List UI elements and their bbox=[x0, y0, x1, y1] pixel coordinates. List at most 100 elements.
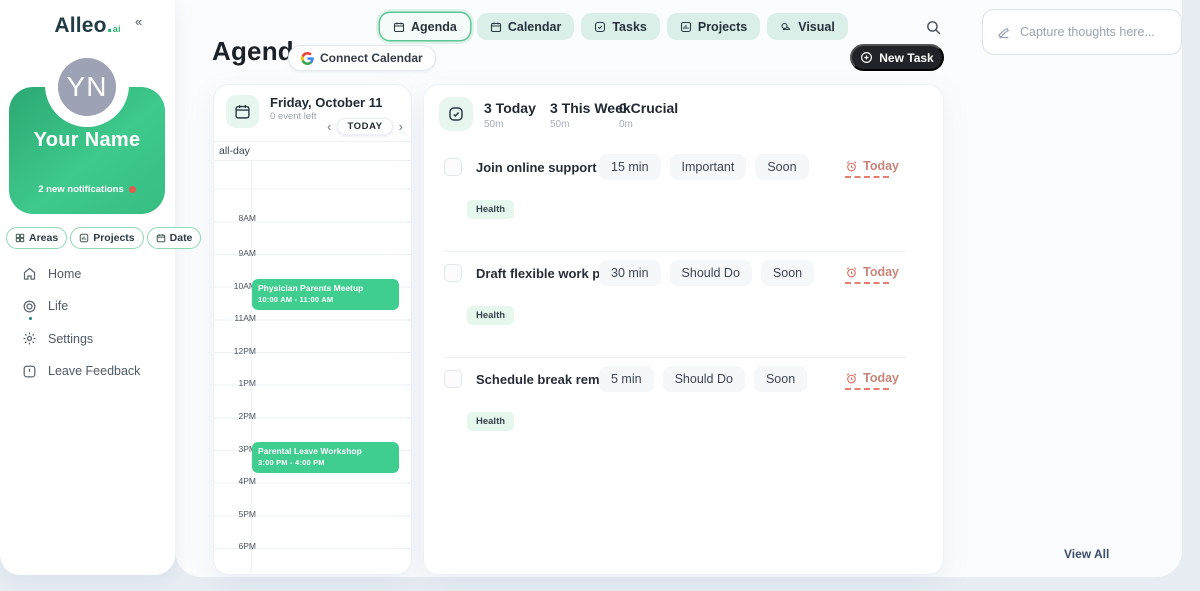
alarm-clock-icon bbox=[845, 160, 858, 173]
event-time: 3:00 PM - 4:00 PM bbox=[258, 458, 393, 467]
tasks-icon bbox=[594, 21, 606, 33]
calendar-date-title: Friday, October 11 bbox=[270, 95, 382, 110]
task-checkbox[interactable] bbox=[444, 158, 462, 176]
target-icon bbox=[22, 299, 37, 314]
stat-value: 0 Crucial bbox=[619, 100, 678, 116]
feedback-icon bbox=[22, 364, 37, 379]
search-button[interactable] bbox=[925, 19, 943, 37]
calendar-event[interactable]: Parental Leave Workshop 3:00 PM - 4:00 P… bbox=[252, 442, 399, 473]
task-pills: 15 min Important Soon bbox=[599, 154, 809, 180]
hour-label: 10AM bbox=[220, 281, 256, 291]
capture-thoughts-input[interactable] bbox=[1020, 25, 1167, 39]
filter-date[interactable]: Date bbox=[147, 227, 202, 249]
priority-pill[interactable]: Should Do bbox=[670, 260, 752, 286]
tag-health[interactable]: Health bbox=[467, 306, 514, 325]
all-day-row: all-day bbox=[214, 142, 412, 161]
due-label: Today bbox=[863, 159, 899, 173]
new-task-button[interactable]: New Task bbox=[850, 44, 944, 71]
notifications-label: 2 new notifications bbox=[38, 184, 124, 195]
filter-label: Areas bbox=[29, 232, 58, 244]
today-button[interactable]: TODAY bbox=[337, 118, 392, 135]
filter-areas[interactable]: Areas bbox=[6, 227, 67, 249]
events-left-label: 0 event left bbox=[270, 111, 316, 122]
tag-health[interactable]: Health bbox=[467, 200, 514, 219]
tab-label: Visual bbox=[798, 20, 835, 34]
task-pills: 30 min Should Do Soon bbox=[599, 260, 814, 286]
task-row: Draft flexible work proposal 30 min Shou… bbox=[424, 259, 943, 357]
hour-label: 4PM bbox=[220, 476, 256, 486]
duration-pill[interactable]: 5 min bbox=[599, 366, 654, 392]
tab-projects[interactable]: Projects bbox=[667, 13, 760, 40]
duration-pill[interactable]: 15 min bbox=[599, 154, 661, 180]
event-time: 10:00 AM - 11:00 AM bbox=[258, 295, 393, 304]
tab-label: Calendar bbox=[508, 20, 562, 34]
task-checkbox[interactable] bbox=[444, 264, 462, 282]
sidebar-item-label: Leave Feedback bbox=[48, 364, 140, 378]
hour-label: 7PM bbox=[220, 574, 256, 575]
avatar[interactable]: YN bbox=[58, 58, 116, 116]
hour-label: 1PM bbox=[220, 378, 256, 388]
tab-visual[interactable]: Visual bbox=[767, 13, 848, 40]
new-task-label: New Task bbox=[879, 51, 933, 65]
connect-calendar-label: Connect Calendar bbox=[320, 51, 423, 65]
task-row: Schedule break reminders 5 min Should Do… bbox=[424, 365, 943, 463]
tab-calendar[interactable]: Calendar bbox=[477, 13, 575, 40]
alarm-clock-icon bbox=[845, 372, 858, 385]
task-row: Join online support group 15 min Importa… bbox=[424, 153, 943, 251]
sidebar-item-home[interactable]: Home bbox=[22, 265, 140, 282]
time-grid[interactable]: 8AM 9AM 10AM 11AM 12PM 1PM 2PM 3PM 4PM 5… bbox=[214, 141, 412, 575]
priority-pill[interactable]: Should Do bbox=[663, 366, 745, 392]
next-day-button[interactable]: › bbox=[399, 120, 403, 133]
hour-label: 12PM bbox=[220, 346, 256, 356]
prev-day-button[interactable]: ‹ bbox=[327, 120, 331, 133]
check-square-icon bbox=[447, 105, 465, 123]
sidebar-item-life[interactable]: Life bbox=[22, 298, 140, 315]
sidebar-item-leave-feedback[interactable]: Leave Feedback bbox=[22, 363, 140, 380]
search-icon bbox=[925, 19, 942, 36]
when-pill[interactable]: Soon bbox=[761, 260, 814, 286]
event-title: Physician Parents Meetup bbox=[258, 283, 393, 293]
filter-projects[interactable]: Projects bbox=[70, 227, 143, 249]
google-icon bbox=[301, 52, 314, 65]
stat-sub: 50m bbox=[484, 119, 536, 130]
tag-health[interactable]: Health bbox=[467, 412, 514, 431]
tab-agenda[interactable]: Agenda bbox=[380, 13, 470, 40]
tasks-panel: 3 Today 50m 3 This Week 50m 0 Crucial 0m… bbox=[423, 84, 944, 575]
priority-pill[interactable]: Important bbox=[670, 154, 747, 180]
due-label: Today bbox=[863, 371, 899, 385]
logo-row: Alleo.ai bbox=[0, 14, 175, 38]
tab-label: Agenda bbox=[411, 20, 457, 34]
when-pill[interactable]: Soon bbox=[754, 366, 807, 392]
capture-thoughts-box[interactable] bbox=[982, 9, 1182, 55]
due-date[interactable]: Today bbox=[845, 371, 899, 385]
alleo-logo: Alleo.ai bbox=[54, 14, 120, 37]
due-date[interactable]: Today bbox=[845, 159, 899, 173]
projects-icon bbox=[79, 233, 89, 243]
when-pill[interactable]: Soon bbox=[755, 154, 808, 180]
connect-calendar-button[interactable]: Connect Calendar bbox=[288, 45, 436, 71]
tab-tasks[interactable]: Tasks bbox=[581, 13, 660, 40]
stat-today: 3 Today 50m bbox=[484, 100, 536, 130]
calendar-event[interactable]: Physician Parents Meetup 10:00 AM - 11:0… bbox=[252, 279, 399, 310]
alarm-clock-icon bbox=[845, 266, 858, 279]
tab-label: Projects bbox=[698, 20, 747, 34]
visual-icon bbox=[780, 21, 792, 33]
filter-row: Areas Projects Date bbox=[6, 227, 169, 249]
event-title: Parental Leave Workshop bbox=[258, 446, 393, 456]
view-all-link[interactable]: View All bbox=[1064, 547, 1109, 561]
calendar-panel-icon bbox=[226, 95, 259, 128]
task-separator bbox=[444, 357, 906, 358]
collapse-sidebar-icon[interactable]: « bbox=[135, 14, 142, 29]
hour-label: 8AM bbox=[220, 213, 256, 223]
filter-label: Date bbox=[170, 232, 193, 244]
notifications[interactable]: 2 new notifications bbox=[9, 184, 165, 195]
hour-label: 2PM bbox=[220, 411, 256, 421]
sidebar-item-settings[interactable]: Settings bbox=[22, 330, 140, 347]
gear-icon bbox=[22, 331, 37, 346]
top-navigation: Agenda Calendar Tasks Projects Visual bbox=[380, 13, 848, 40]
duration-pill[interactable]: 30 min bbox=[599, 260, 661, 286]
due-date[interactable]: Today bbox=[845, 265, 899, 279]
hour-label: 5PM bbox=[220, 509, 256, 519]
stat-sub: 0m bbox=[619, 119, 678, 130]
task-checkbox[interactable] bbox=[444, 370, 462, 388]
